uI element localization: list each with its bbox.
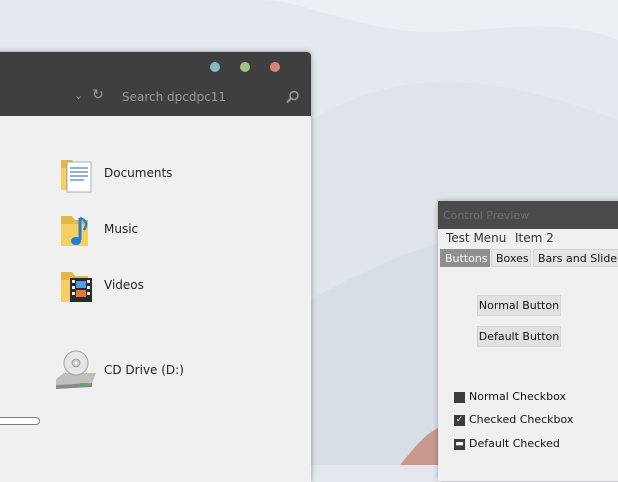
menu-test-menu[interactable]: Test Menu: [446, 231, 506, 245]
minimize-button[interactable]: [210, 62, 220, 72]
videos-folder-icon: [61, 272, 92, 302]
search-input[interactable]: [122, 88, 272, 106]
default-checked-checkbox-label: Default Checked: [469, 437, 560, 450]
normal-checkbox[interactable]: Normal Checkbox: [454, 390, 574, 406]
preview-titlebar[interactable]: Control Preview: [438, 201, 618, 229]
checked-checkbox[interactable]: ✓ Checked Checkbox: [454, 413, 574, 429]
control-preview-window: Control Preview Test Menu Item 2 Buttons…: [438, 201, 618, 481]
checked-checkbox-label: Checked Checkbox: [469, 413, 574, 426]
folder-item-videos[interactable]: Videos: [58, 266, 178, 306]
normal-button[interactable]: Normal Button: [477, 295, 561, 316]
default-checked-checkbox[interactable]: ▬ Default Checked: [454, 437, 574, 453]
folder-label-documents: Documents: [104, 166, 173, 180]
explorer-titlebar[interactable]: ⌄ ↻: [0, 52, 311, 116]
folder-item-music[interactable]: Music: [58, 210, 178, 250]
folder-item-documents[interactable]: Documents: [58, 154, 178, 194]
checkbox-unchecked-icon[interactable]: [454, 392, 465, 403]
menu-item-2[interactable]: Item 2: [515, 231, 554, 245]
maximize-button[interactable]: [240, 62, 250, 72]
drive-item-cd[interactable]: CD Drive (D:): [52, 349, 192, 393]
search-icon[interactable]: [286, 90, 300, 104]
tab-buttons[interactable]: Buttons: [440, 249, 490, 267]
drive-label-cd: CD Drive (D:): [104, 363, 184, 377]
close-button[interactable]: [270, 62, 280, 72]
tab-bars-and-sliders[interactable]: Bars and Sliders: [533, 249, 618, 267]
normal-checkbox-label: Normal Checkbox: [469, 390, 567, 403]
music-folder-icon: [61, 216, 88, 246]
documents-folder-icon: [61, 160, 92, 193]
cd-drive-icon: [56, 350, 96, 389]
file-explorer-window: ⌄ ↻ Documents Music: [0, 52, 311, 482]
checkmark-icon[interactable]: ✓: [454, 415, 465, 426]
default-button[interactable]: Default Button: [477, 326, 561, 347]
folder-label-videos: Videos: [104, 278, 144, 292]
folder-label-music: Music: [104, 222, 139, 236]
tab-boxes[interactable]: Boxes: [491, 249, 531, 267]
preview-title: Control Preview: [443, 209, 530, 222]
checkbox-indeterminate-icon[interactable]: ▬: [454, 439, 465, 450]
drive-capacity-bar: [0, 417, 40, 425]
refresh-icon[interactable]: ↻: [92, 87, 104, 103]
chevron-down-icon[interactable]: ⌄: [74, 89, 83, 102]
